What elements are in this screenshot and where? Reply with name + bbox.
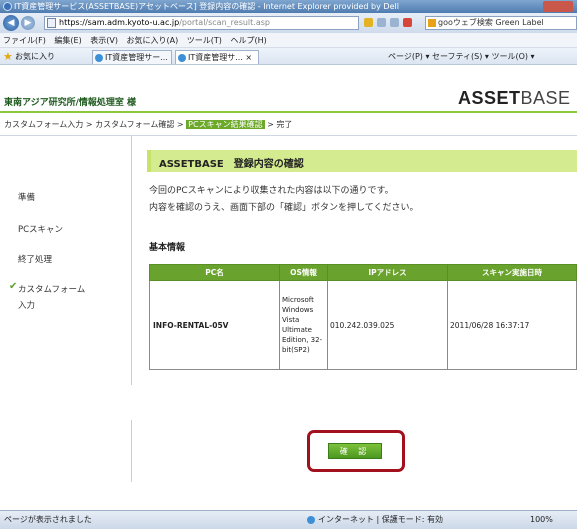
confirm-button[interactable]: 確 認 — [328, 443, 382, 459]
tab-ie-icon — [178, 54, 186, 62]
step-sidebar: 準備 PCスキャン 終了処理 ✔ カスタムフォーム 入力 — [0, 136, 132, 385]
address-bar: ◀ ▶ https://sam.adm.kyoto-u.ac.jp/portal… — [0, 13, 577, 33]
page-title-bar: ASSETBASE 登録内容の確認 — [147, 150, 577, 172]
menu-file[interactable]: ファイル(F) — [3, 36, 46, 45]
sidebar-item-input: 入力 — [18, 301, 36, 311]
window-title-bar: IT資産管理サービス(ASSETBASE)アセットベース] 登録内容の確認 - … — [0, 0, 577, 13]
cell-scan: 2011/06/28 16:37:17 — [447, 280, 577, 370]
stop-icon[interactable] — [403, 18, 412, 27]
forward-button[interactable]: ▶ — [21, 16, 35, 30]
sidebar-item-pcscan: PCスキャン — [18, 225, 64, 235]
url-input[interactable]: https://sam.adm.kyoto-u.ac.jp/portal/sca… — [44, 16, 359, 30]
menu-edit[interactable]: 編集(E) — [54, 36, 81, 45]
close-window-button[interactable] — [543, 1, 573, 12]
tab-2[interactable]: IT資産管理サ... × — [175, 50, 259, 64]
table-row: INFO-RENTAL-05V Microsoft Windows Vista … — [149, 280, 577, 370]
col-header-scan: スキャン実施日時 — [447, 264, 577, 281]
col-header-ip: IPアドレス — [327, 264, 448, 281]
sidebar-item-prep: 準備 — [18, 193, 36, 203]
breadcrumb-step-1: カスタムフォーム入力 — [4, 120, 84, 129]
tab-1[interactable]: IT資産管理サー... — [92, 50, 172, 64]
url-path: /portal/scan_result.asp — [179, 18, 270, 27]
ie-icon — [3, 2, 12, 11]
breadcrumb-step-4: 完了 — [276, 120, 293, 129]
compat-icon[interactable] — [377, 18, 386, 27]
url-domain: https://sam.adm.kyoto-u.ac.jp — [59, 18, 180, 27]
message-line-1: 今回のPCスキャンにより収集された内容は以下の通りです。 — [149, 186, 394, 196]
cell-os: Microsoft Windows Vista Ultimate Edition… — [279, 280, 328, 370]
status-bar: ページが表示されました インターネット | 保護モード: 有効 100% — [0, 510, 577, 529]
goo-icon — [428, 19, 436, 27]
command-bar[interactable]: ページ(P) ▾ セーフティ(S) ▾ ツール(O) ▾ — [388, 48, 535, 65]
zoom-level[interactable]: 100% — [530, 511, 553, 529]
status-text: ページが表示されました — [4, 515, 92, 524]
breadcrumb-sep: > — [83, 120, 96, 129]
header-divider — [0, 111, 577, 113]
sidebar-item-finish: 終了処理 — [18, 255, 53, 265]
menu-tools[interactable]: ツール(T) — [187, 36, 222, 45]
favorites-label[interactable]: お気に入り — [15, 48, 55, 65]
tab-1-label: IT資産管理サー... — [105, 53, 168, 62]
menu-favorites[interactable]: お気に入り(A) — [127, 36, 179, 45]
refresh-icon[interactable] — [390, 18, 399, 27]
cell-pc: INFO-RENTAL-05V — [149, 280, 280, 370]
col-header-os: OS情報 — [279, 264, 328, 281]
page-title: ASSETBASE 登録内容の確認 — [159, 159, 304, 170]
message-line-2: 内容を確認のうえ、画面下部の「確認」ボタンを押してください。 — [149, 203, 419, 213]
org-name: 東南アジア研究所/情報処理室 様 — [4, 98, 137, 108]
globe-icon — [307, 515, 315, 524]
sidebar-item-customform: カスタムフォーム — [18, 285, 86, 295]
breadcrumb-sep: > — [264, 120, 277, 129]
tab-ie-icon — [95, 54, 103, 62]
step-sidebar-lower — [0, 420, 132, 482]
breadcrumb: カスタムフォーム入力 > カスタムフォーム確認 > PCスキャン結果確認 > 完… — [4, 119, 292, 130]
breadcrumb-sep: > — [174, 120, 187, 129]
screenshot-gap — [0, 385, 577, 420]
section-heading: 基本情報 — [149, 243, 186, 253]
breadcrumb-current: PCスキャン結果確認 — [186, 120, 265, 129]
assetbase-logo: ASSETBASE — [458, 88, 571, 109]
check-icon: ✔ — [9, 281, 18, 292]
security-zone: インターネット | 保護モード: 有効 — [307, 511, 443, 529]
basic-info-table: PC名 OS情報 IPアドレス スキャン実施日時 INFO-RENTAL-05V… — [149, 264, 577, 370]
menu-view[interactable]: 表示(V) — [90, 36, 118, 45]
cell-ip: 010.242.039.025 — [327, 280, 448, 370]
col-header-pc: PC名 — [149, 264, 280, 281]
breadcrumb-step-2: カスタムフォーム確認 — [95, 120, 175, 129]
favorites-star-icon[interactable]: ★ — [3, 48, 13, 65]
menu-help[interactable]: ヘルプ(H) — [230, 36, 266, 45]
menu-bar: ファイル(F) 編集(E) 表示(V) お気に入り(A) ツール(T) ヘルプ(… — [0, 33, 577, 48]
logo-bold: ASSET — [458, 88, 521, 108]
logo-light: BASE — [520, 88, 571, 108]
page-icon — [47, 18, 56, 28]
search-input[interactable]: gooウェブ検索 Green Label — [425, 16, 577, 30]
window-title: IT資産管理サービス(ASSETBASE)アセットベース] 登録内容の確認 - … — [14, 2, 399, 11]
back-button[interactable]: ◀ — [3, 15, 19, 31]
tab-2-label: IT資産管理サ... × — [188, 53, 253, 62]
zone-text: インターネット | 保護モード: 有効 — [318, 515, 444, 524]
favorites-bar: ★ お気に入り IT資産管理サー... IT資産管理サ... × ページ(P) … — [0, 48, 577, 65]
lock-icon[interactable] — [364, 18, 373, 27]
search-placeholder: gooウェブ検索 Green Label — [438, 18, 544, 27]
